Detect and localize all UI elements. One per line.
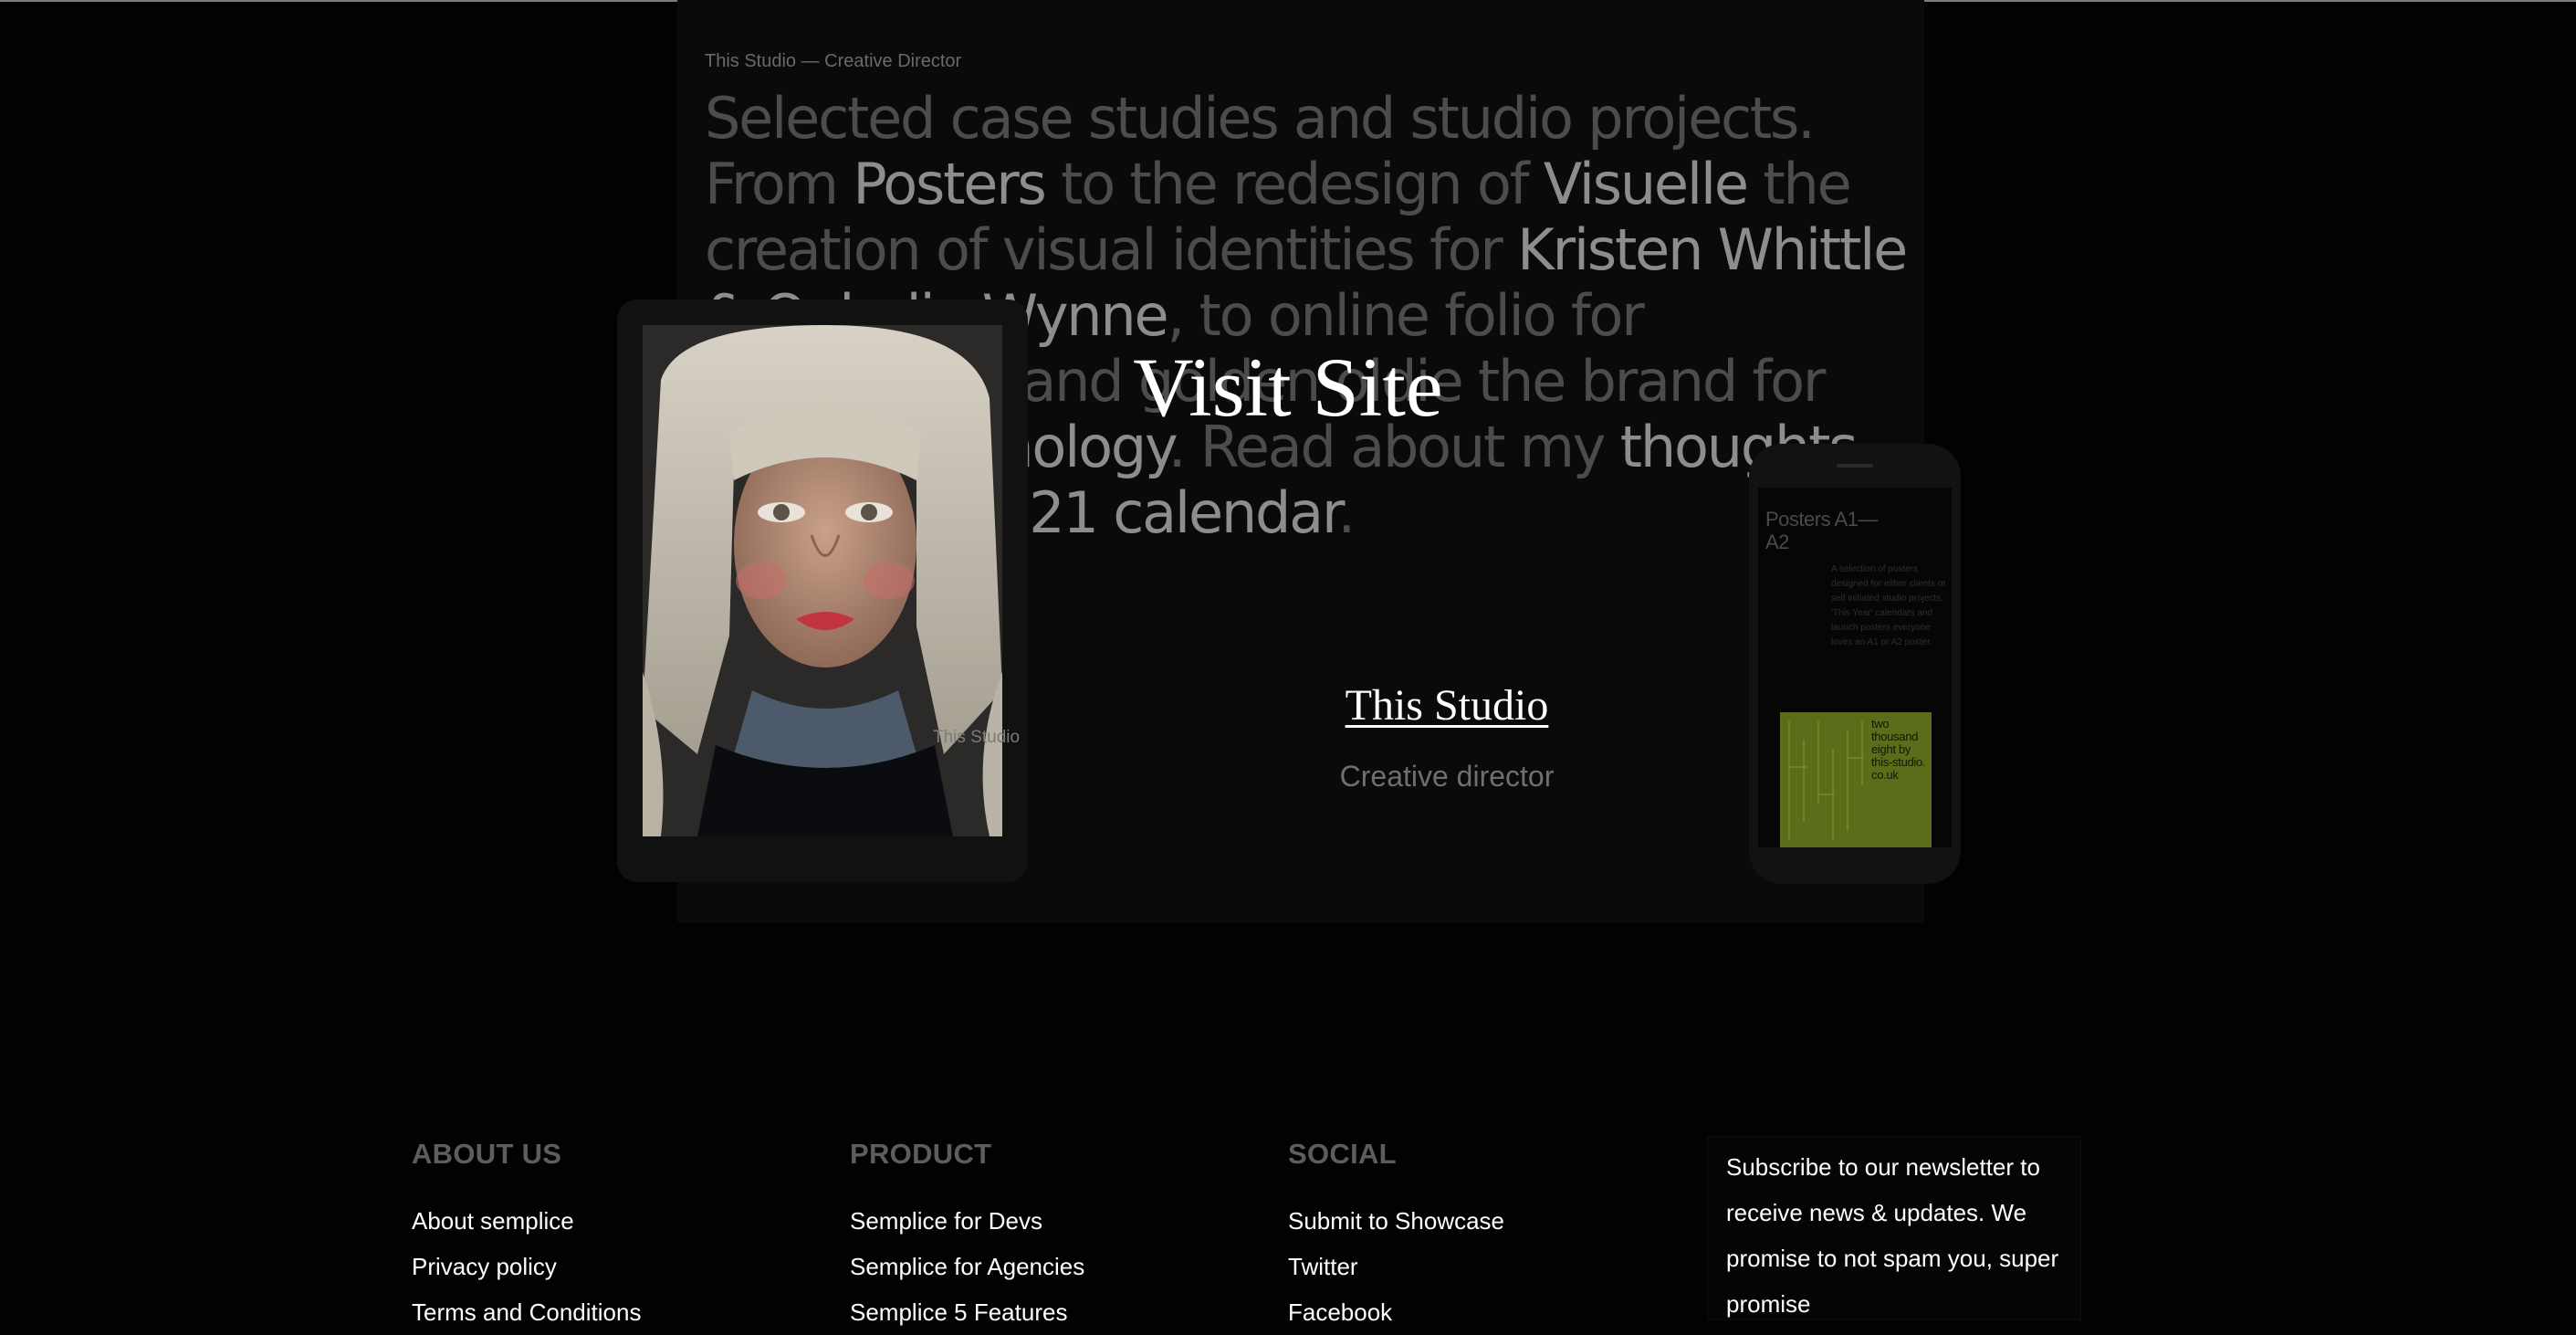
lede-highlight[interactable]: Visuelle [1544, 151, 1749, 217]
newsletter-text: Subscribe to our newsletter to receive n… [1726, 1153, 2059, 1318]
project-eyebrow: This Studio — Creative Director [705, 51, 962, 71]
lede-text: . [1337, 479, 1356, 546]
footer-about-heading: ABOUT US [412, 1138, 562, 1170]
phone-screen: Posters A1—A2 A selection of posters des… [1758, 488, 1952, 847]
footer-link-twitter[interactable]: Twitter [1288, 1244, 1504, 1289]
footer-social-heading: SOCIAL [1288, 1138, 1397, 1170]
phone-mockup: Posters A1—A2 A selection of posters des… [1749, 444, 1961, 884]
footer-product-heading: PRODUCT [850, 1138, 992, 1170]
footer-social-column: SOCIAL Submit to Showcase Twitter Facebo… [1288, 1138, 1504, 1335]
studio-name-link[interactable]: This Studio [1264, 679, 1629, 732]
lede-text: to the redesign of [1044, 151, 1544, 217]
phone-description: A selection of posters designed for eith… [1831, 564, 1946, 647]
poster-thumbnail: two thousand eight by this-studio. co.uk [1780, 712, 1932, 847]
footer-link-about-semplice[interactable]: About semplice [412, 1198, 641, 1244]
phone-speaker [1837, 464, 1873, 468]
footer-product-column: PRODUCT Semplice for Devs Semplice for A… [850, 1138, 1084, 1335]
footer-about-column: ABOUT US About semplice Privacy policy T… [412, 1138, 641, 1335]
footer-link-semplice-devs[interactable]: Semplice for Devs [850, 1198, 1084, 1244]
studio-role: Creative director [1339, 760, 1555, 793]
tablet-caption: This Studio [933, 728, 1021, 747]
poster-text: two thousand eight by this-studio. co.uk [1871, 717, 1926, 782]
footer-link-semplice-agencies[interactable]: Semplice for Agencies [850, 1244, 1084, 1289]
newsletter-box: Subscribe to our newsletter to receive n… [1707, 1136, 2081, 1320]
footer-link-privacy-policy[interactable]: Privacy policy [412, 1244, 641, 1289]
footer-link-terms[interactable]: Terms and Conditions [412, 1289, 641, 1335]
visit-site-link[interactable]: Visit Site [0, 332, 2576, 442]
phone-title: Posters A1—A2 [1765, 508, 1878, 553]
lede-highlight[interactable]: Posters [853, 151, 1046, 217]
footer-link-submit-showcase[interactable]: Submit to Showcase [1288, 1198, 1504, 1244]
footer-link-semplice-features[interactable]: Semplice 5 Features [850, 1289, 1084, 1335]
footer-link-facebook[interactable]: Facebook [1288, 1289, 1504, 1335]
